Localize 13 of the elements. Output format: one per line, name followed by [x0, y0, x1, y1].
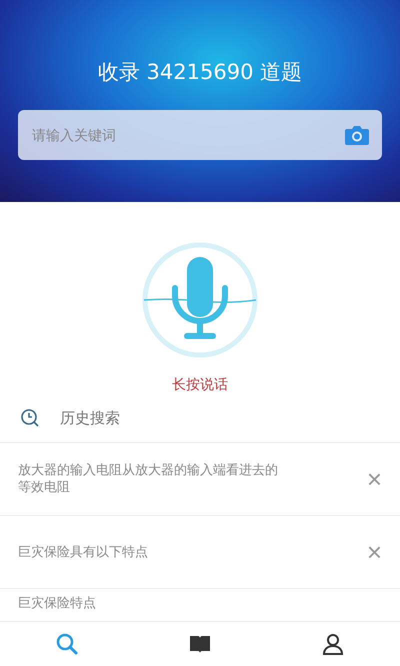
history-item[interactable]: 巨灾保险特点 [18, 595, 290, 612]
delete-button[interactable]: × [366, 536, 382, 568]
camera-icon[interactable] [344, 124, 370, 146]
header-title: 收录 34215690 道题 [98, 59, 302, 86]
history-item[interactable]: 巨灾保险具有以下特点 [18, 544, 290, 560]
history-item[interactable]: 放大器的输入电阻从放大器的输入端看进去的等效电阻 [18, 462, 290, 496]
delete-button[interactable]: × [366, 464, 382, 494]
search-bar[interactable]: 请输入关键词 [18, 110, 382, 160]
history-clock-icon [20, 408, 40, 428]
search-field[interactable]: 请输入关键词 [30, 126, 344, 144]
hold-to-speak-label: 长按说话 [172, 376, 228, 394]
history-title: 历史搜索 [60, 408, 120, 428]
microphone-button[interactable] [142, 242, 258, 358]
